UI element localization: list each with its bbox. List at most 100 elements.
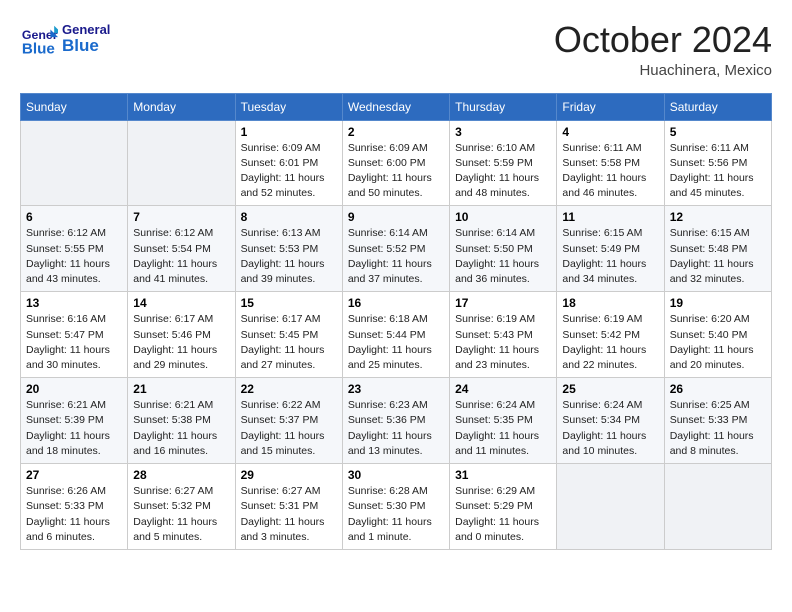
title-block: October 2024 Huachinera, Mexico — [554, 20, 772, 79]
day-number: 14 — [133, 296, 229, 310]
day-info: Sunrise: 6:09 AM Sunset: 6:00 PM Dayligh… — [348, 141, 444, 202]
logo-general-text: General — [62, 23, 110, 37]
day-number: 19 — [670, 296, 766, 310]
calendar-cell: 28Sunrise: 6:27 AM Sunset: 5:32 PM Dayli… — [128, 464, 235, 550]
calendar-cell: 8 Sunrise: 6:13 AM Sunset: 5:53 PM Daylig… — [235, 206, 342, 292]
calendar-cell: 9 Sunrise: 6:14 AM Sunset: 5:52 PM Daylig… — [342, 206, 449, 292]
day-number: 7 — [133, 210, 229, 224]
calendar-cell: 10 Sunrise: 6:14 AM Sunset: 5:50 PM Dayli… — [450, 206, 557, 292]
day-number: 13 — [26, 296, 122, 310]
day-number: 5 — [670, 125, 766, 139]
calendar-body: 1 Sunrise: 6:09 AM Sunset: 6:01 PM Daylig… — [21, 120, 772, 549]
calendar-cell: 29 Sunrise: 6:27 AM Sunset: 5:31 PM Dayli… — [235, 464, 342, 550]
day-info: Sunrise: 6:14 AM Sunset: 5:50 PM Dayligh… — [455, 226, 551, 287]
day-info: Sunrise: 6:21 AM Sunset: 5:38 PM Dayligh… — [133, 398, 229, 459]
col-wednesday: Wednesday — [342, 93, 449, 120]
logo: General Blue General Blue — [20, 20, 110, 58]
day-number: 4 — [562, 125, 658, 139]
col-sunday: Sunday — [21, 93, 128, 120]
day-info: Sunrise: 6:18 AM Sunset: 5:44 PM Dayligh… — [348, 312, 444, 373]
calendar-week-5: 27 Sunrise: 6:26 AM Sunset: 5:33 PM Dayli… — [21, 464, 772, 550]
day-info: Sunrise: 6:24 AM Sunset: 5:35 PM Dayligh… — [455, 398, 551, 459]
day-number: 6 — [26, 210, 122, 224]
day-number: 12 — [670, 210, 766, 224]
day-info: Sunrise: 6:15 AM Sunset: 5:48 PM Dayligh… — [670, 226, 766, 287]
calendar-cell: 16Sunrise: 6:18 AM Sunset: 5:44 PM Dayli… — [342, 292, 449, 378]
calendar-cell: 4 Sunrise: 6:11 AM Sunset: 5:58 PM Daylig… — [557, 120, 664, 206]
calendar-cell: 19Sunrise: 6:20 AM Sunset: 5:40 PM Dayli… — [664, 292, 771, 378]
day-info: Sunrise: 6:26 AM Sunset: 5:33 PM Dayligh… — [26, 484, 122, 545]
day-info: Sunrise: 6:12 AM Sunset: 5:54 PM Dayligh… — [133, 226, 229, 287]
day-number: 11 — [562, 210, 658, 224]
logo-icon: General Blue — [20, 20, 58, 58]
day-number: 1 — [241, 125, 337, 139]
calendar-cell: 27 Sunrise: 6:26 AM Sunset: 5:33 PM Dayli… — [21, 464, 128, 550]
calendar-cell: 13 Sunrise: 6:16 AM Sunset: 5:47 PM Dayli… — [21, 292, 128, 378]
calendar-cell: 26 Sunrise: 6:25 AM Sunset: 5:33 PM Dayli… — [664, 378, 771, 464]
day-info: Sunrise: 6:11 AM Sunset: 5:58 PM Dayligh… — [562, 141, 658, 202]
day-info: Sunrise: 6:21 AM Sunset: 5:39 PM Dayligh… — [26, 398, 122, 459]
day-number: 27 — [26, 468, 122, 482]
day-number: 20 — [26, 382, 122, 396]
day-number: 17 — [455, 296, 551, 310]
calendar-week-2: 6 Sunrise: 6:12 AM Sunset: 5:55 PM Daylig… — [21, 206, 772, 292]
day-info: Sunrise: 6:23 AM Sunset: 5:36 PM Dayligh… — [348, 398, 444, 459]
col-tuesday: Tuesday — [235, 93, 342, 120]
calendar-week-3: 13 Sunrise: 6:16 AM Sunset: 5:47 PM Dayli… — [21, 292, 772, 378]
calendar-cell — [557, 464, 664, 550]
calendar-cell: 11Sunrise: 6:15 AM Sunset: 5:49 PM Dayli… — [557, 206, 664, 292]
calendar-cell: 1 Sunrise: 6:09 AM Sunset: 6:01 PM Daylig… — [235, 120, 342, 206]
calendar-cell — [128, 120, 235, 206]
day-number: 28 — [133, 468, 229, 482]
col-friday: Friday — [557, 93, 664, 120]
day-info: Sunrise: 6:27 AM Sunset: 5:31 PM Dayligh… — [241, 484, 337, 545]
day-number: 26 — [670, 382, 766, 396]
day-number: 25 — [562, 382, 658, 396]
calendar-cell: 31 Sunrise: 6:29 AM Sunset: 5:29 PM Dayli… — [450, 464, 557, 550]
calendar-cell: 23 Sunrise: 6:23 AM Sunset: 5:36 PM Dayli… — [342, 378, 449, 464]
day-number: 18 — [562, 296, 658, 310]
day-number: 23 — [348, 382, 444, 396]
calendar-cell: 7 Sunrise: 6:12 AM Sunset: 5:54 PM Daylig… — [128, 206, 235, 292]
day-info: Sunrise: 6:10 AM Sunset: 5:59 PM Dayligh… — [455, 141, 551, 202]
calendar-cell: 15 Sunrise: 6:17 AM Sunset: 5:45 PM Dayli… — [235, 292, 342, 378]
day-info: Sunrise: 6:19 AM Sunset: 5:43 PM Dayligh… — [455, 312, 551, 373]
calendar-cell — [21, 120, 128, 206]
day-info: Sunrise: 6:29 AM Sunset: 5:29 PM Dayligh… — [455, 484, 551, 545]
calendar-cell: 20 Sunrise: 6:21 AM Sunset: 5:39 PM Dayli… — [21, 378, 128, 464]
calendar-cell: 3 Sunrise: 6:10 AM Sunset: 5:59 PM Daylig… — [450, 120, 557, 206]
day-number: 10 — [455, 210, 551, 224]
calendar-cell: 24Sunrise: 6:24 AM Sunset: 5:35 PM Dayli… — [450, 378, 557, 464]
day-number: 9 — [348, 210, 444, 224]
day-info: Sunrise: 6:16 AM Sunset: 5:47 PM Dayligh… — [26, 312, 122, 373]
calendar-cell: 22 Sunrise: 6:22 AM Sunset: 5:37 PM Dayli… — [235, 378, 342, 464]
logo-blue-text: Blue — [62, 37, 110, 56]
day-info: Sunrise: 6:25 AM Sunset: 5:33 PM Dayligh… — [670, 398, 766, 459]
day-info: Sunrise: 6:22 AM Sunset: 5:37 PM Dayligh… — [241, 398, 337, 459]
day-info: Sunrise: 6:17 AM Sunset: 5:45 PM Dayligh… — [241, 312, 337, 373]
calendar-table: Sunday Monday Tuesday Wednesday Thursday… — [20, 93, 772, 550]
calendar-cell: 2Sunrise: 6:09 AM Sunset: 6:00 PM Daylig… — [342, 120, 449, 206]
day-number: 31 — [455, 468, 551, 482]
day-number: 21 — [133, 382, 229, 396]
day-number: 29 — [241, 468, 337, 482]
col-saturday: Saturday — [664, 93, 771, 120]
calendar-cell: 6 Sunrise: 6:12 AM Sunset: 5:55 PM Daylig… — [21, 206, 128, 292]
day-info: Sunrise: 6:14 AM Sunset: 5:52 PM Dayligh… — [348, 226, 444, 287]
month-title: October 2024 — [554, 20, 772, 60]
day-info: Sunrise: 6:13 AM Sunset: 5:53 PM Dayligh… — [241, 226, 337, 287]
calendar-cell: 18Sunrise: 6:19 AM Sunset: 5:42 PM Dayli… — [557, 292, 664, 378]
calendar-week-4: 20 Sunrise: 6:21 AM Sunset: 5:39 PM Dayli… — [21, 378, 772, 464]
day-info: Sunrise: 6:09 AM Sunset: 6:01 PM Dayligh… — [241, 141, 337, 202]
logo-text: General Blue — [62, 23, 110, 56]
day-info: Sunrise: 6:11 AM Sunset: 5:56 PM Dayligh… — [670, 141, 766, 202]
header: General Blue General Blue October 2024 H… — [20, 20, 772, 79]
calendar-cell: 21 Sunrise: 6:21 AM Sunset: 5:38 PM Dayli… — [128, 378, 235, 464]
day-number: 8 — [241, 210, 337, 224]
calendar-cell — [664, 464, 771, 550]
day-number: 22 — [241, 382, 337, 396]
day-info: Sunrise: 6:12 AM Sunset: 5:55 PM Dayligh… — [26, 226, 122, 287]
day-info: Sunrise: 6:17 AM Sunset: 5:46 PM Dayligh… — [133, 312, 229, 373]
day-number: 15 — [241, 296, 337, 310]
day-number: 3 — [455, 125, 551, 139]
